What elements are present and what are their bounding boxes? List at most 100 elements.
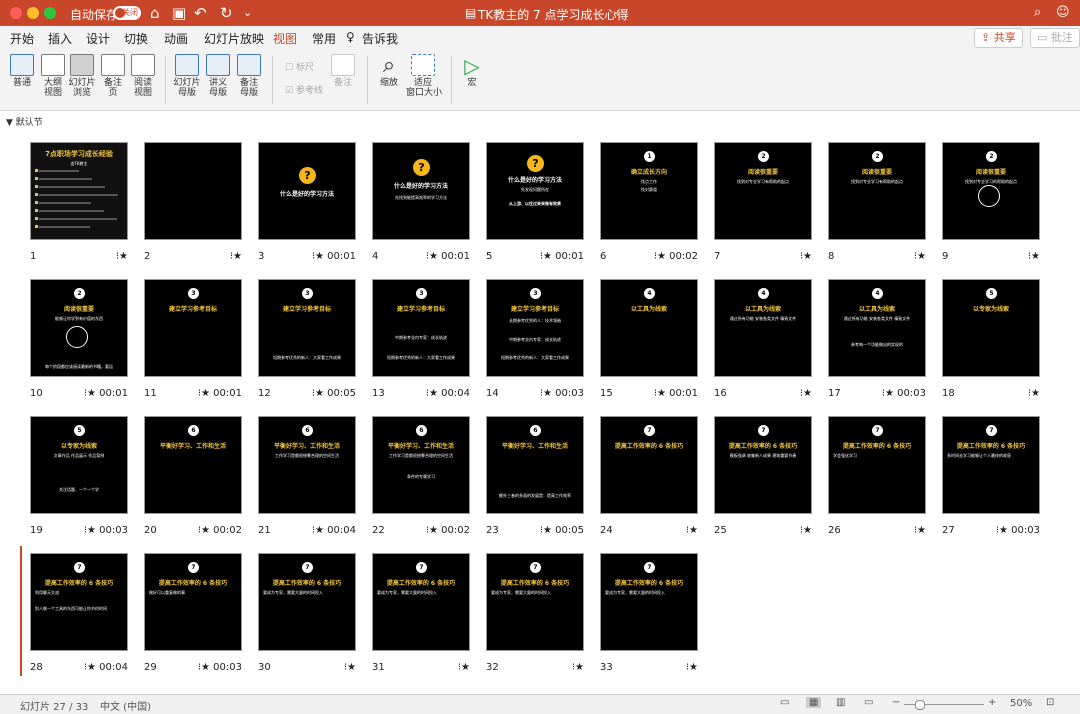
section-number-badge: 4: [758, 288, 769, 299]
customize-toolbar-icon[interactable]: ⌄: [243, 4, 252, 22]
slide-thumbnail[interactable]: 7 提高工作效率的 6 条技巧 要成为专家，需要大量的时间投入: [600, 553, 698, 651]
slide-thumbnail[interactable]: 1 确立成长方向 找点工作 找对赛道: [600, 142, 698, 240]
tab-insert[interactable]: 插入: [48, 30, 72, 47]
reading-view-status-icon[interactable]: ▥: [836, 697, 845, 708]
search-icon[interactable]: ⌕: [1034, 4, 1041, 22]
section-header[interactable]: ▼ 默认节: [6, 115, 43, 128]
slide-thumbnail[interactable]: 7 提高工作效率的 6 条技巧 学会强化学习: [828, 416, 926, 514]
undo-icon[interactable]: ↶: [194, 4, 207, 22]
slide-thumbnail[interactable]: 3 建立学习参考目标 中期参考业内专家：成长轨迹 短期参考优秀的新人：大家看工作成果: [372, 279, 470, 377]
slide-transition-meta: ⁝★ 00:04: [390, 388, 470, 399]
slide-master-button[interactable]: 幻灯片 母版: [170, 54, 204, 98]
normal-view-status-icon[interactable]: ▭: [780, 697, 789, 708]
slide-thumbnail[interactable]: 6 平衡好学习、工作和生活 额外三者的多面的发展是：提高工作效率: [486, 416, 584, 514]
notes-master-button[interactable]: 备注 母版: [232, 54, 266, 98]
slide-thumbnail[interactable]: 7 提高工作效率的 6 条技巧 要成为专家，需要大量的时间投入: [258, 553, 356, 651]
slide-thumbnail[interactable]: 7 提高工作效率的 6 条技巧: [600, 416, 698, 514]
section-number-badge: 7: [74, 562, 85, 573]
slide-thumbnail[interactable]: 3 建立学习参考目标 长期参考优秀的人：技术领袖 中期参考业内专家：成长轨迹 短期参考优…: [486, 279, 584, 377]
slide-number: 26: [828, 525, 841, 536]
notes-page-button[interactable]: 备注 页: [96, 54, 130, 98]
tab-design[interactable]: 设计: [86, 30, 110, 47]
slide-transition-meta: ⁝★: [960, 388, 1040, 399]
normal-view-button[interactable]: 普通: [5, 54, 39, 88]
slide-thumbnail[interactable]: 6 平衡好学习、工作和生活 工作学习是都很统筹合理的空间生活: [258, 416, 356, 514]
comments-button[interactable]: ▭ 批注: [1030, 28, 1080, 48]
account-icon[interactable]: ☺: [1056, 4, 1070, 22]
slide-thumbnail[interactable]: 7 提高工作效率的 6 条技巧 要成为专家，需要大量的时间投入: [486, 553, 584, 651]
reading-view-button[interactable]: 阅读 视图: [126, 54, 160, 98]
save-icon[interactable]: ▣: [172, 4, 186, 22]
section-number-badge: 7: [644, 425, 655, 436]
slide-text: 阅读很重要: [975, 169, 1006, 176]
zoom-window-button[interactable]: [44, 7, 56, 19]
slide-thumbnail[interactable]: 2 阅读很重要 能够让你学到有价值的东西 每个阶段都应该阅读最新的书籍，要运: [30, 279, 128, 377]
slide-text: 确立成长方向: [630, 169, 667, 176]
slide-thumbnail[interactable]: 4 以工具为线索 通过所有功能 安装各类文件 精致文件: [714, 279, 812, 377]
slide-thumbnail[interactable]: [144, 142, 242, 240]
macro-button[interactable]: ▷ 宏: [455, 54, 489, 88]
redo-icon[interactable]: ↻: [220, 4, 233, 22]
tab-slideshow[interactable]: 幻灯片放映: [204, 30, 264, 47]
slide-thumbnail[interactable]: 7 提高工作效率的 6 条技巧 多时间去学习能够让个人最终的收获: [942, 416, 1040, 514]
title-caret-icon[interactable]: ⌄: [612, 6, 620, 17]
slide-thumbnail[interactable]: 6 平衡好学习、工作和生活 工作学习是都很统筹合理的空间生活 条件的专属学习: [372, 416, 470, 514]
tab-animations[interactable]: 动画: [164, 30, 188, 47]
tab-common[interactable]: 常用: [312, 30, 336, 47]
slide-thumbnail[interactable]: ? 什么是好的学习方法 先找到能提高效率的学习方法: [372, 142, 470, 240]
slide-thumbnail[interactable]: 2 阅读很重要 找到对专业学习有帮助的起点: [714, 142, 812, 240]
slide-transition-meta: ⁝★: [960, 251, 1040, 262]
slide-thumbnail[interactable]: 6 平衡好学习、工作和生活: [144, 416, 242, 514]
autosave-toggle[interactable]: 关闭: [113, 6, 141, 20]
slide-sorter-icon: [70, 54, 94, 76]
slide-transition-meta: ⁝★: [390, 662, 470, 673]
slide-thumbnail[interactable]: 7点职场学习成长经验 由TK教主: [30, 142, 128, 240]
section-number-badge: 7: [758, 425, 769, 436]
ruler-checkbox[interactable]: ☐ 标尺: [285, 60, 314, 73]
guides-checkbox[interactable]: ☑ 参考线: [285, 83, 323, 96]
notes-toggle-button[interactable]: 备注: [326, 54, 360, 88]
slide-thumbnail[interactable]: 7 提高工作效率的 6 条技巧 做好可以重复做的事: [144, 553, 242, 651]
close-window-button[interactable]: [10, 7, 22, 19]
slide-thumbnail[interactable]: 2 阅读很重要 找到对专业学习有帮助的起点: [828, 142, 926, 240]
tab-transitions[interactable]: 切换: [124, 30, 148, 47]
slide-thumbnail[interactable]: 5 以专家为线索 文章作品 作品展示 作品案例 关注话题、一个一个学: [30, 416, 128, 514]
fit-window-button[interactable]: 适应 窗口大小: [406, 54, 442, 98]
transition-star-icon: ⁝★: [457, 662, 470, 673]
zoom-button[interactable]: ⌕ 缩放: [372, 54, 406, 89]
slide-thumbnail[interactable]: 3 建立学习参考目标: [144, 279, 242, 377]
slide-thumbnail[interactable]: ? 什么是好的学习方法: [258, 142, 356, 240]
handout-master-button[interactable]: 讲义 母版: [201, 54, 235, 98]
tab-tell-me[interactable]: 告诉我: [362, 30, 398, 47]
slide-number: 1: [30, 251, 37, 262]
transition-star-icon: ⁝★: [539, 525, 556, 536]
share-button[interactable]: ⇪ 共享: [974, 28, 1023, 48]
slide-thumbnail[interactable]: 2 阅读很重要 找到对专业学习的帮助的起点: [942, 142, 1040, 240]
slideshow-status-icon[interactable]: ▭: [864, 697, 873, 708]
slide-thumbnail[interactable]: ? 什么是好的学习方法 先发现问题所在 从上游、以往过来来做有效果: [486, 142, 584, 240]
slide-thumbnail[interactable]: 7 提高工作效率的 6 条技巧 利用聊天交流 别人做一个工具的东西可能让你节约时间: [30, 553, 128, 651]
slide-text: 中期参考业内专家：成长轨迹: [509, 337, 561, 342]
slide-thumbnail[interactable]: 4 以工具为线索: [600, 279, 698, 377]
slide-thumbnail[interactable]: 4 以工具为线索 通过所有功能 安装各类文件 精致文件 参考每一个功能做出的实现的: [828, 279, 926, 377]
zoom-in-icon[interactable]: +: [988, 697, 996, 708]
slide-number: 24: [600, 525, 613, 536]
language-indicator[interactable]: 中文 (中国): [100, 698, 151, 713]
slide-text: 先找到能提高效率的学习方法: [395, 195, 447, 200]
slide-thumbnail[interactable]: 7 提高工作效率的 6 条技巧 要成为专家，需要大量的时间投入: [372, 553, 470, 651]
home-icon[interactable]: ⌂: [150, 4, 160, 22]
slide-text: 额外三者的多面的发展是：提高工作效率: [499, 493, 571, 498]
fit-slide-icon[interactable]: ⊡: [1046, 697, 1054, 708]
zoom-percent[interactable]: 50%: [1010, 698, 1032, 709]
zoom-out-icon[interactable]: −: [892, 697, 900, 708]
slide-thumbnail[interactable]: 3 建立学习参考目标 短期参考优秀的新人：大家看工作成果: [258, 279, 356, 377]
zoom-slider-thumb[interactable]: [915, 700, 925, 710]
share-label: 共享: [993, 31, 1016, 44]
slide-thumbnail[interactable]: 7 提高工作效率的 6 条技巧 模板强调 收集新人成果 建筑重要节奏: [714, 416, 812, 514]
slide-thumbnail[interactable]: 5 以专家为线索: [942, 279, 1040, 377]
tab-home[interactable]: 开始: [10, 30, 34, 47]
sorter-view-status-icon[interactable]: ▦: [806, 697, 822, 708]
slide-text: 通过所有功能 安装各类文件 精致文件: [843, 316, 911, 321]
minimize-window-button[interactable]: [27, 7, 39, 19]
slide-sorter-button[interactable]: 幻灯片 浏览: [65, 54, 99, 98]
